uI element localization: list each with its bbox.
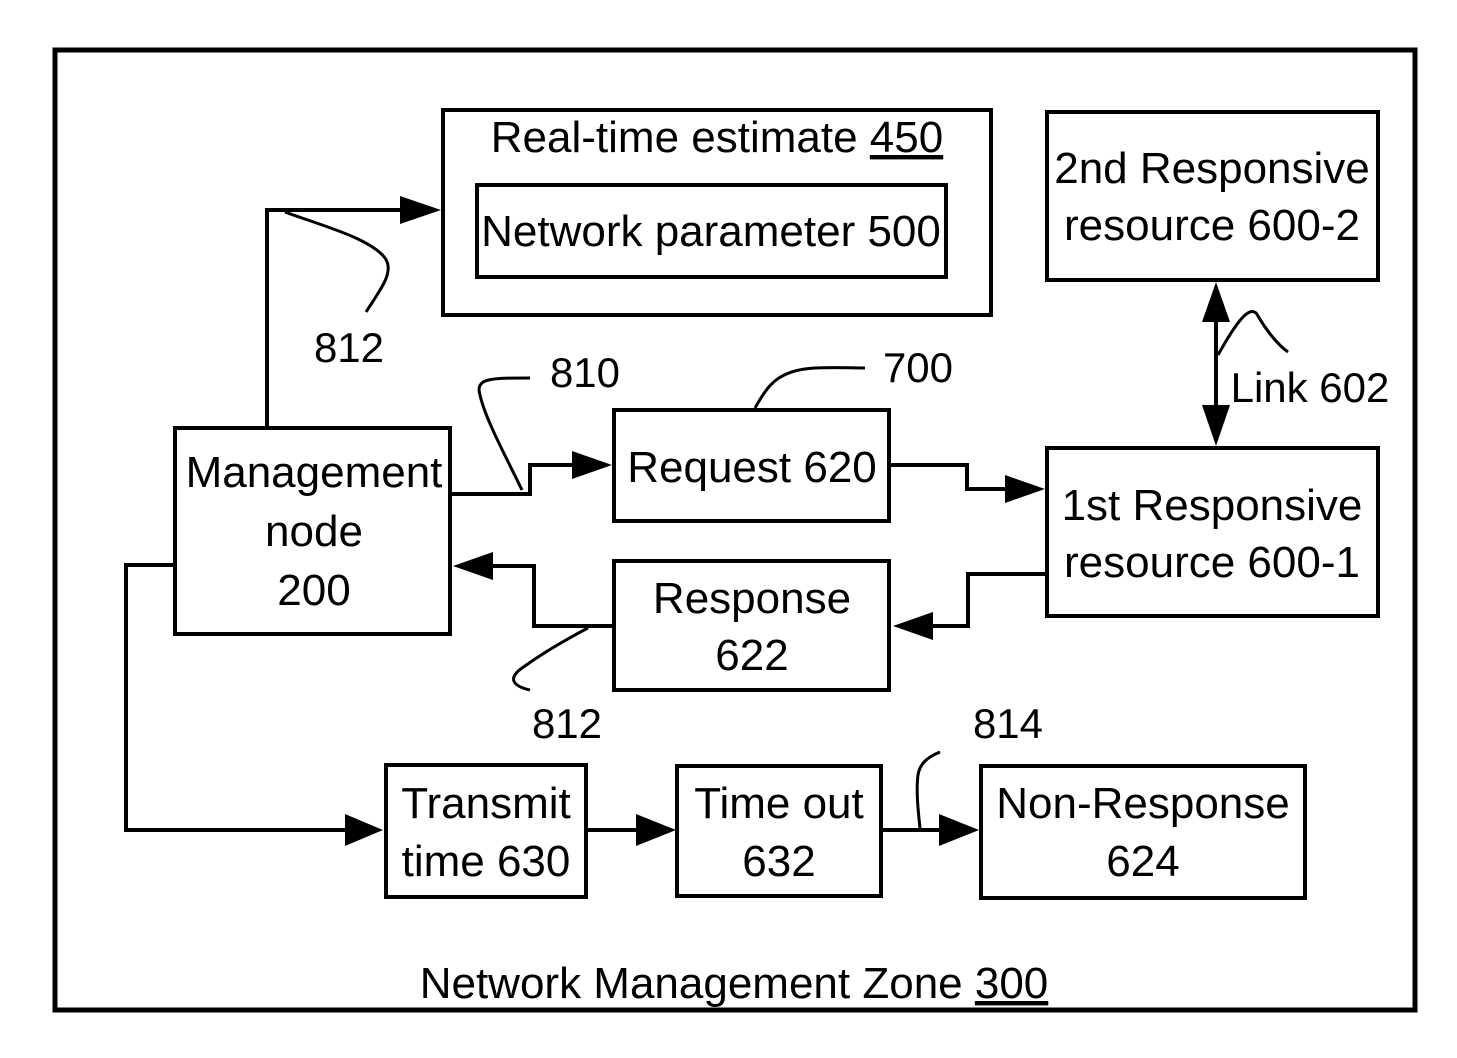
arrowhead-to-timeout-icon <box>636 814 676 846</box>
ref-812-bottom: 812 <box>532 700 602 747</box>
time-out-line2: 632 <box>742 837 815 886</box>
ref-810: 810 <box>550 349 620 396</box>
management-node-line1: Management <box>186 448 443 497</box>
connector-resource-to-response <box>930 572 1047 628</box>
response-line2: 622 <box>715 631 788 680</box>
first-resource-line2: resource 600-1 <box>1064 538 1360 587</box>
second-resource-line2: resource 600-2 <box>1064 201 1360 250</box>
ref-812-bottom-leader <box>512 626 589 692</box>
first-responsive-resource-box[interactable] <box>1045 446 1380 618</box>
zone-label: Network Management Zone 300 <box>420 959 1049 1008</box>
ref-810-leader <box>477 376 531 491</box>
connector-mgmt-to-estimate <box>265 208 405 428</box>
link-602-label: Link 602 <box>1231 364 1390 411</box>
network-parameter-label: Network parameter 500 <box>481 207 941 256</box>
ref-812-top-leader <box>284 210 390 313</box>
first-resource-line1: 1st Responsive <box>1062 481 1363 530</box>
realtime-estimate-ref: 450 <box>870 113 943 162</box>
connector-response-to-mgmt <box>490 564 614 628</box>
ref-814: 814 <box>973 700 1043 747</box>
realtime-estimate-label: Real-time estimate 450 <box>491 113 943 162</box>
non-response-line1: Non-Response <box>996 779 1290 828</box>
response-line1: Response <box>653 574 851 623</box>
connector-mgmt-to-request <box>452 463 578 496</box>
time-out-line1: Time out <box>694 779 864 828</box>
arrowhead-to-mgmt-icon <box>453 552 493 580</box>
arrowhead-to-nonresponse-icon <box>939 814 979 846</box>
request-label: Request 620 <box>627 443 877 492</box>
second-resource-line1: 2nd Responsive <box>1054 144 1370 193</box>
network-management-diagram: Real-time estimate 450 Network parameter… <box>52 47 1418 1013</box>
zone-ref: 300 <box>975 959 1048 1008</box>
transmit-time-line2: time 630 <box>402 837 571 886</box>
management-node-line2: node <box>265 507 363 556</box>
ref-812-top: 812 <box>314 324 384 371</box>
link-down-arrowhead-icon <box>1202 405 1230 446</box>
arrowhead-to-first-resource-icon <box>1005 475 1045 503</box>
transmit-time-line1: Transmit <box>401 779 571 828</box>
second-responsive-resource-box[interactable] <box>1045 110 1380 282</box>
arrowhead-to-transmit-icon <box>345 814 383 846</box>
link-up-arrowhead-icon <box>1202 282 1230 322</box>
ref-700: 700 <box>883 344 953 391</box>
arrowhead-to-request-icon <box>572 451 612 479</box>
arrowhead-to-response-icon <box>893 612 933 640</box>
arrowhead-to-estimate-icon <box>400 196 441 224</box>
connector-request-to-resource <box>891 463 1008 491</box>
ref-700-leader <box>753 366 866 409</box>
management-node-line3: 200 <box>277 566 350 615</box>
non-response-line2: 624 <box>1106 837 1179 886</box>
ref-814-leader <box>915 750 941 829</box>
